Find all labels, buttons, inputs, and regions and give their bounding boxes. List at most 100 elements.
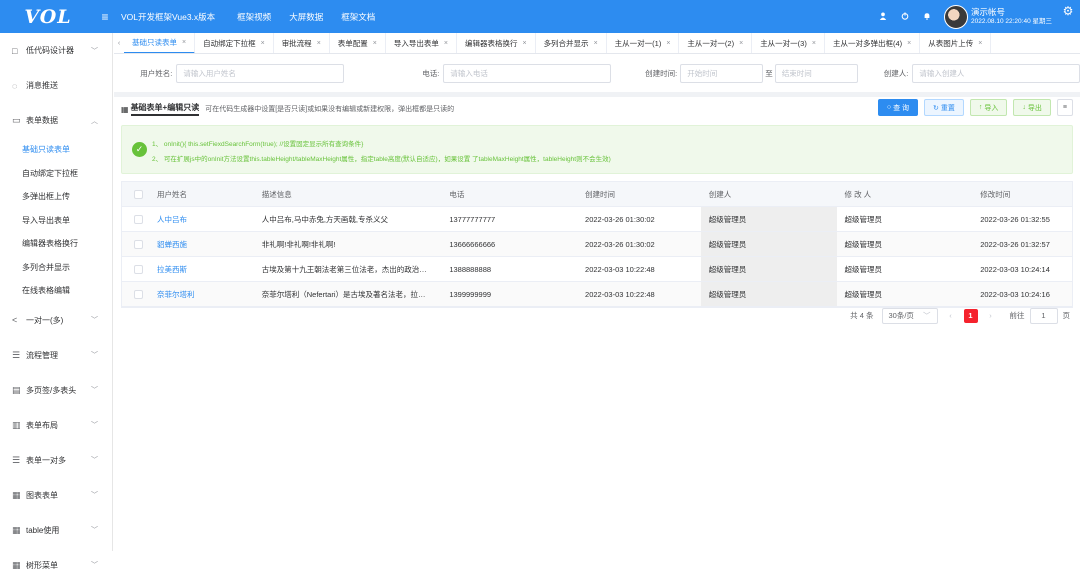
tab-master-1[interactable]: 主从一对一(1) × bbox=[607, 33, 680, 53]
tab-master-3[interactable]: 主从一对一(3) × bbox=[752, 33, 825, 53]
tab-image-upload[interactable]: 从表图片上传 × bbox=[920, 33, 992, 53]
phone-input[interactable]: 请输入电话 bbox=[443, 63, 612, 83]
tab-auto-dropdown[interactable]: 自动绑定下拉框 × bbox=[195, 33, 274, 53]
username-label: 用户姓名: bbox=[140, 68, 173, 78]
column-header[interactable]: 创建时间 bbox=[577, 182, 701, 206]
sidebar-group-layout[interactable]: ▥ 表单布局 ﹀ bbox=[0, 408, 112, 443]
export-button[interactable]: ↓ 导出 bbox=[1013, 99, 1051, 116]
avatar[interactable] bbox=[944, 4, 969, 29]
column-header[interactable]: 修改时间 bbox=[972, 182, 1072, 206]
import-button[interactable]: ↑ 导入 bbox=[969, 99, 1008, 116]
tab-master-2[interactable]: 主从一对一(2) × bbox=[679, 33, 753, 53]
checkbox[interactable] bbox=[133, 214, 143, 224]
tab-scroll-left-icon[interactable]: ‹ bbox=[114, 40, 124, 47]
user-info[interactable]: 演示帐号 2022.08.10 22:20:40 星期三 bbox=[971, 7, 1052, 25]
close-icon[interactable]: × bbox=[978, 40, 982, 47]
bell-icon[interactable] bbox=[917, 12, 937, 22]
close-icon[interactable]: × bbox=[594, 40, 598, 47]
tab-basic-readonly[interactable]: 基础只读表单 × bbox=[124, 33, 196, 53]
sidebar-group-workflow[interactable]: ☰ 流程管理 ﹀ bbox=[0, 338, 112, 373]
start-time-input[interactable]: 开始时间 bbox=[680, 63, 764, 83]
user-name-link[interactable]: 貂蝉西施 bbox=[149, 232, 254, 256]
tab-label: 导入导出表单 bbox=[393, 38, 439, 48]
tab-master-4[interactable]: 主从一对多弹出框(4) × bbox=[825, 33, 921, 53]
total-count: 共 4 条 bbox=[850, 311, 874, 320]
close-icon[interactable]: × bbox=[182, 39, 186, 46]
top-header: VOL ≡ VOL开发框架Vue3.x版本 框架视频 大屏数据 框架文档 演示帐… bbox=[0, 0, 1080, 33]
tab-editor-wrap[interactable]: 编辑器表格换行 × bbox=[457, 33, 536, 53]
nav-video[interactable]: 框架视频 bbox=[237, 11, 271, 23]
table-row[interactable]: 貂蝉西施 非礼啊!非礼啊!非礼啊! 13666666666 2022-03-26… bbox=[122, 232, 1072, 257]
close-icon[interactable]: × bbox=[261, 40, 265, 47]
goto-page-input[interactable]: 1 bbox=[1029, 307, 1058, 324]
tab-approval[interactable]: 审批流程 × bbox=[274, 33, 330, 53]
sidebar-item-auto-dropdown[interactable]: 自动绑定下拉框 bbox=[0, 162, 112, 186]
tab-merge-columns[interactable]: 多列合并显示 × bbox=[536, 33, 607, 53]
creator-input[interactable]: 请输入创建人 bbox=[912, 63, 1080, 83]
sidebar-item-multi-upload[interactable]: 多弹出框上传 bbox=[0, 185, 112, 209]
sidebar-group-tree[interactable]: ▦ 树形菜单 ﹀ bbox=[0, 548, 112, 583]
table-cell: 2022-03-03 10:24:16 bbox=[980, 289, 1050, 299]
tab-label: 自动绑定下拉框 bbox=[203, 38, 256, 48]
select-all-checkbox[interactable] bbox=[122, 182, 149, 206]
sidebar-group-one-to-many[interactable]: < 一对一(多) ﹀ bbox=[0, 303, 112, 338]
column-header[interactable]: 修 改 人 bbox=[837, 182, 973, 206]
close-icon[interactable]: × bbox=[739, 40, 743, 47]
sidebar-group-chart[interactable]: ▦ 图表表单 ﹀ bbox=[0, 478, 112, 513]
sidebar-group-table[interactable]: ▦ table使用 ﹀ bbox=[0, 513, 112, 548]
table-row[interactable]: 人中吕布 人中吕布,马中赤兔,方天画戟,专杀义父 13777777777 202… bbox=[122, 207, 1072, 232]
column-header[interactable]: 电话 bbox=[441, 182, 577, 206]
checkbox[interactable] bbox=[133, 189, 143, 199]
table-row[interactable]: 拉美西斯 古埃及第十九王朝法老第三位法老，杰出的政治… 1388888888 2… bbox=[122, 257, 1072, 282]
column-header[interactable]: 描述信息 bbox=[254, 182, 442, 206]
sidebar-item-basic-readonly[interactable]: 基础只读表单 bbox=[0, 138, 112, 162]
sidebar-item-editor-wrap[interactable]: 编辑器表格换行 bbox=[0, 232, 112, 256]
close-icon[interactable]: × bbox=[444, 40, 448, 47]
user-name-link[interactable]: 奈菲尔塔利 bbox=[149, 282, 254, 306]
row-checkbox[interactable] bbox=[122, 232, 149, 256]
more-menu-button[interactable]: ≡ bbox=[1056, 99, 1073, 116]
logo[interactable]: VOL bbox=[0, 0, 96, 33]
username-input[interactable]: 请输入用户姓名 bbox=[176, 63, 345, 83]
user-name-link[interactable]: 拉美西斯 bbox=[149, 257, 254, 281]
query-button[interactable]: ○ 查 询 bbox=[877, 99, 919, 116]
column-header[interactable]: 用户姓名 bbox=[149, 182, 254, 206]
row-checkbox[interactable] bbox=[122, 207, 149, 231]
tab-form-config[interactable]: 表单配置 × bbox=[330, 33, 386, 53]
sidebar-group-multitab[interactable]: ▤ 多页签/多表头 ﹀ bbox=[0, 373, 112, 408]
column-header[interactable]: 创建人 bbox=[701, 182, 837, 206]
power-icon[interactable] bbox=[895, 11, 915, 22]
sidebar-group-lowcode[interactable]: □ 低代码设计器 ﹀ bbox=[0, 33, 112, 68]
tab-import-export[interactable]: 导入导出表单 × bbox=[386, 33, 457, 53]
menu-toggle-icon[interactable]: ≡ bbox=[98, 10, 112, 24]
reset-button[interactable]: ↻ 重置 bbox=[924, 99, 964, 116]
sidebar-item-online-edit[interactable]: 在线表格编辑 bbox=[0, 279, 112, 303]
close-icon[interactable]: × bbox=[373, 40, 377, 47]
sidebar-group-form-one-many[interactable]: ☰ 表单一对多 ﹀ bbox=[0, 443, 112, 478]
close-icon[interactable]: × bbox=[522, 40, 526, 47]
user-name-link[interactable]: 人中吕布 bbox=[149, 207, 254, 231]
row-checkbox[interactable] bbox=[122, 282, 149, 306]
checkbox[interactable] bbox=[133, 264, 143, 274]
end-time-input[interactable]: 结束时间 bbox=[774, 63, 858, 83]
sidebar-item-import-export[interactable]: 导入导出表单 bbox=[0, 209, 112, 233]
page-size-select[interactable]: 30条/页 ﹀ bbox=[881, 307, 938, 324]
sidebar-group-formdata[interactable]: ▭ 表单数据 ︿ bbox=[0, 103, 112, 138]
prev-page-icon[interactable]: ‹ bbox=[944, 311, 958, 320]
close-icon[interactable]: × bbox=[666, 40, 670, 47]
nav-dashboard[interactable]: 大屏数据 bbox=[289, 11, 323, 23]
checkbox[interactable] bbox=[133, 289, 143, 299]
checkbox[interactable] bbox=[133, 239, 143, 249]
close-icon[interactable]: × bbox=[317, 40, 321, 47]
gear-icon[interactable]: ⚙ bbox=[1056, 4, 1080, 18]
close-icon[interactable]: × bbox=[907, 40, 911, 47]
nav-docs[interactable]: 框架文档 bbox=[341, 11, 375, 23]
row-checkbox[interactable] bbox=[122, 257, 149, 281]
user-icon[interactable] bbox=[873, 12, 893, 22]
current-page[interactable]: 1 bbox=[963, 308, 978, 323]
sidebar-group-message[interactable]: ◌ 消息推送 bbox=[0, 68, 112, 103]
table-row[interactable]: 奈菲尔塔利 奈菲尔塔利（Nefertari）是古埃及著名法老，拉… 139999… bbox=[122, 282, 1072, 307]
sidebar-item-merge-columns[interactable]: 多列合并显示 bbox=[0, 256, 112, 280]
next-page-icon[interactable]: › bbox=[984, 311, 998, 320]
close-icon[interactable]: × bbox=[812, 40, 816, 47]
